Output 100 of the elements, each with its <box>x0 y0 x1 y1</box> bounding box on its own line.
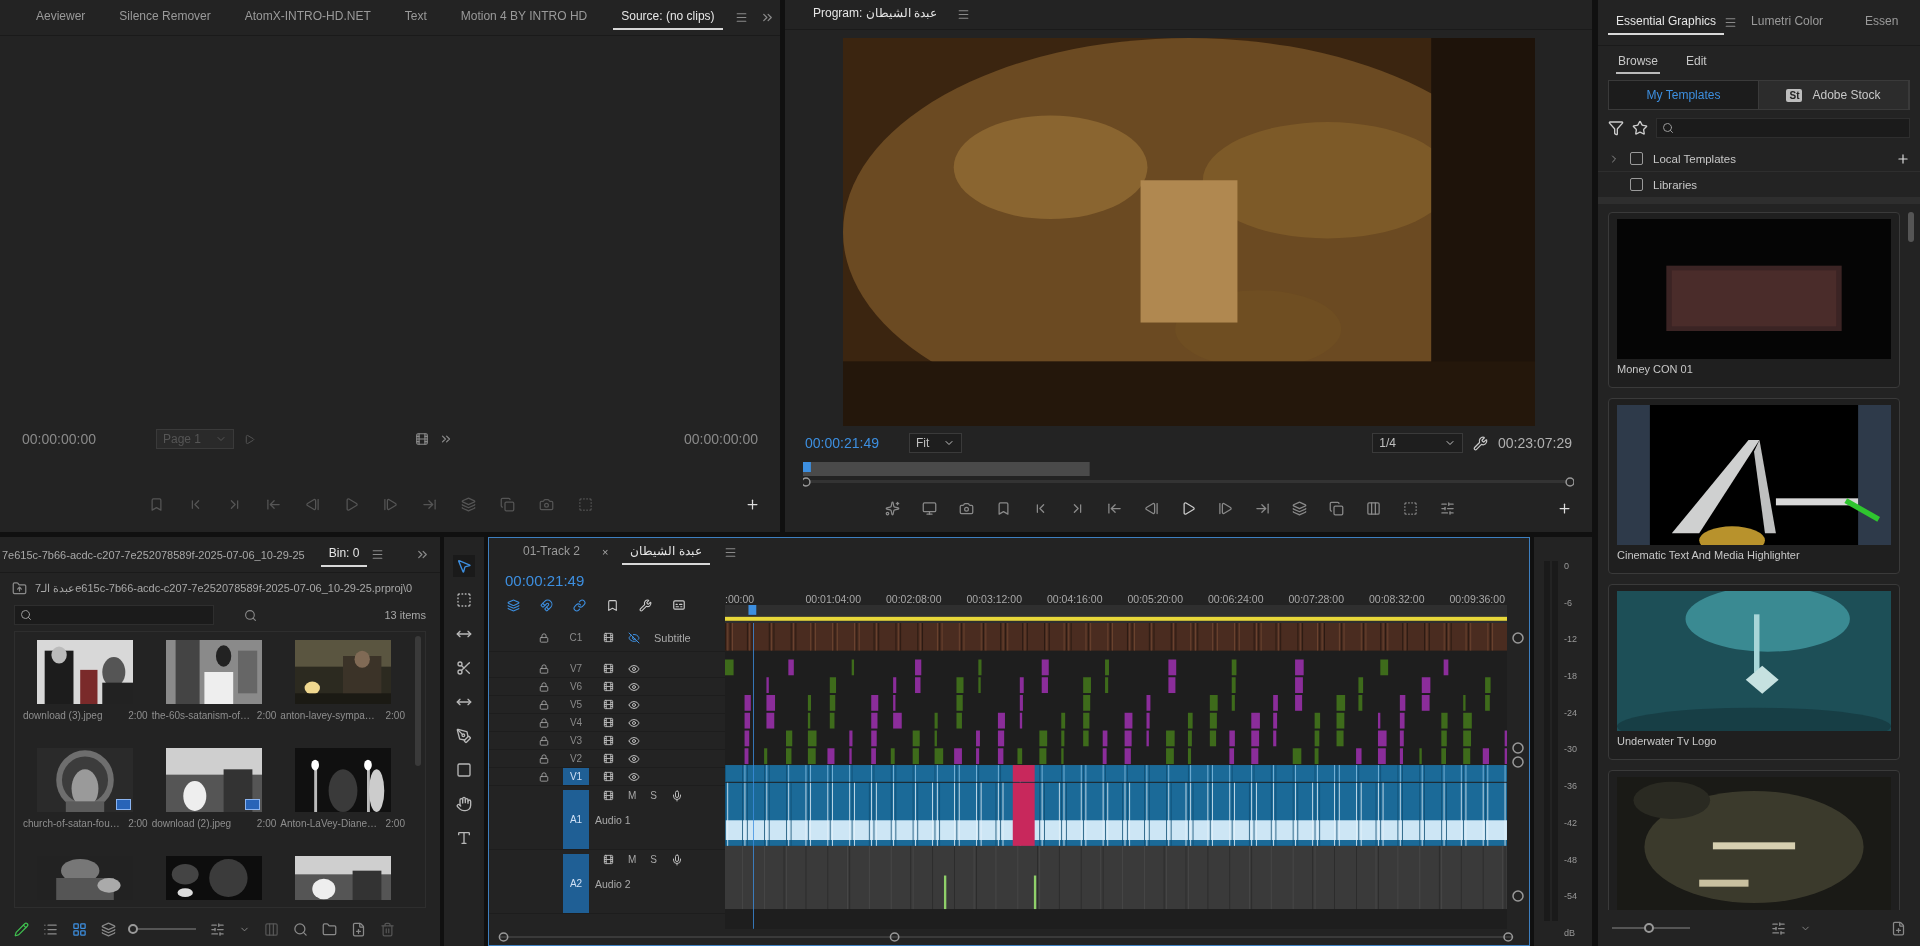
panel-tab[interactable]: Aeviewer <box>28 5 94 30</box>
panel-tab[interactable]: Motion 4 BY INTRO HD <box>452 5 596 30</box>
template-card[interactable]: Cinematic Text And Media Highlighter <box>1608 398 1900 574</box>
track-id[interactable]: V2 <box>563 750 589 767</box>
parent-folder-icon[interactable] <box>12 580 27 596</box>
lock-icon[interactable] <box>539 753 549 764</box>
wrench-icon[interactable] <box>1473 435 1489 451</box>
marker-icon[interactable] <box>996 500 1011 516</box>
panel-tab[interactable]: Lumetri Color <box>1743 10 1832 35</box>
search-field[interactable] <box>1656 118 1910 138</box>
track-output-icon[interactable] <box>603 854 614 865</box>
film-icon[interactable] <box>415 432 429 446</box>
checkbox[interactable] <box>1630 178 1643 191</box>
find-icon[interactable] <box>244 608 257 622</box>
step-back-icon[interactable] <box>1144 500 1159 516</box>
folder-label[interactable]: Libraries <box>1653 178 1698 191</box>
track-output-icon[interactable] <box>603 681 614 692</box>
track-output-icon[interactable] <box>603 771 614 782</box>
track-output-icon[interactable] <box>603 632 614 643</box>
eye-icon[interactable] <box>628 716 640 729</box>
track-output-icon[interactable] <box>603 663 614 674</box>
icon-view-icon[interactable] <box>72 921 87 937</box>
track-output-icon[interactable] <box>603 790 614 801</box>
add-icon[interactable] <box>745 496 760 512</box>
sub-tab[interactable]: Edit <box>1684 52 1709 74</box>
scroll-bar[interactable] <box>1908 212 1914 242</box>
solo-toggle[interactable]: S <box>650 854 657 865</box>
panel-tab[interactable]: Silence Remover <box>111 5 219 30</box>
track-output-icon[interactable] <box>603 753 614 764</box>
solo-toggle[interactable]: S <box>650 790 657 801</box>
sequence-tab[interactable]: 01-Track 2 <box>515 539 588 565</box>
menu-icon[interactable] <box>371 548 385 561</box>
panel-tab[interactable]: Text <box>396 5 435 30</box>
source-toggle[interactable]: St Adobe Stock <box>1759 81 1909 109</box>
star-icon[interactable] <box>1632 120 1648 136</box>
camera-icon[interactable] <box>959 500 974 516</box>
snap-icon[interactable] <box>540 598 553 612</box>
lock-icon[interactable] <box>539 681 549 692</box>
template-card[interactable]: Underwater Tv Logo <box>1608 584 1900 760</box>
menu-icon[interactable] <box>1724 16 1738 29</box>
lock-icon[interactable] <box>539 663 549 674</box>
mic-icon[interactable] <box>671 790 683 802</box>
sequence-tab[interactable]: عبدة الشيطان <box>622 539 710 565</box>
lock-icon[interactable] <box>539 632 549 643</box>
folder-icon[interactable] <box>322 921 337 937</box>
lock-icon[interactable] <box>539 717 549 728</box>
panel-tab[interactable]: Program: عبدة الشيطان <box>805 2 946 28</box>
menu-icon[interactable] <box>957 8 971 22</box>
eye-icon[interactable] <box>628 734 640 747</box>
eye-icon[interactable] <box>628 662 640 675</box>
eye-icon[interactable] <box>628 698 640 711</box>
mute-toggle[interactable]: M <box>628 790 637 801</box>
panel-tab[interactable]: Source: (no clips) <box>613 5 723 30</box>
panel-tab[interactable]: Essen <box>1857 10 1907 35</box>
menu-icon[interactable] <box>734 11 748 24</box>
new-item-icon[interactable] <box>1891 920 1906 936</box>
captions-icon[interactable] <box>672 598 686 612</box>
eye-icon[interactable] <box>628 770 640 783</box>
track-id[interactable]: V6 <box>563 678 589 695</box>
folder-label[interactable]: Local Templates <box>1653 152 1736 165</box>
lock-icon[interactable] <box>539 699 549 710</box>
template-card[interactable]: Money CON 01 <box>1608 212 1900 388</box>
filter-icon[interactable] <box>1608 120 1624 136</box>
panel-tab[interactable]: Bin: 0 <box>320 542 368 567</box>
timecode[interactable]: 00:00:21:49 <box>805 435 879 452</box>
selection-tool-icon[interactable] <box>453 555 475 577</box>
add-icon[interactable] <box>1896 151 1910 166</box>
track-id[interactable]: V1 <box>563 768 589 785</box>
step-forward-icon[interactable] <box>1218 500 1233 516</box>
checkbox[interactable] <box>1630 152 1643 165</box>
search-field[interactable] <box>14 605 214 625</box>
track-id[interactable]: A1 <box>563 790 589 849</box>
track-output-icon[interactable] <box>603 699 614 710</box>
track-id[interactable]: V4 <box>563 714 589 731</box>
marker-icon[interactable] <box>606 598 619 612</box>
resolution-dropdown[interactable]: 1/4 <box>1372 433 1464 454</box>
track-id[interactable]: C1 <box>563 624 589 651</box>
hidden-eye-icon[interactable] <box>628 631 640 644</box>
track-id[interactable]: V5 <box>563 696 589 713</box>
new-item-icon[interactable] <box>351 921 366 937</box>
panel-tab[interactable]: Essential Graphics <box>1608 10 1725 35</box>
timecode[interactable]: 00:00:21:49 <box>505 572 585 589</box>
track-id[interactable]: V7 <box>563 660 589 677</box>
marker-icon[interactable] <box>148 496 164 512</box>
lock-icon[interactable] <box>539 771 549 782</box>
track-output-icon[interactable] <box>603 735 614 746</box>
track-output-icon[interactable] <box>603 717 614 728</box>
timecode[interactable]: 00:00:00:00 <box>22 431 96 447</box>
lock-icon[interactable] <box>539 735 549 746</box>
linked-selection-icon[interactable] <box>573 598 586 612</box>
sub-tab[interactable]: Browse <box>1616 52 1660 74</box>
track-id[interactable]: V3 <box>563 732 589 749</box>
pencil-icon[interactable] <box>14 921 29 937</box>
menu-icon[interactable] <box>723 545 737 559</box>
eye-icon[interactable] <box>628 680 640 693</box>
add-icon[interactable] <box>1557 500 1572 516</box>
list-view-icon[interactable] <box>43 921 58 937</box>
source-toggle[interactable]: My Templates <box>1609 81 1759 109</box>
track-id[interactable]: A2 <box>563 854 589 913</box>
zoom-dropdown[interactable]: Fit <box>908 433 963 454</box>
